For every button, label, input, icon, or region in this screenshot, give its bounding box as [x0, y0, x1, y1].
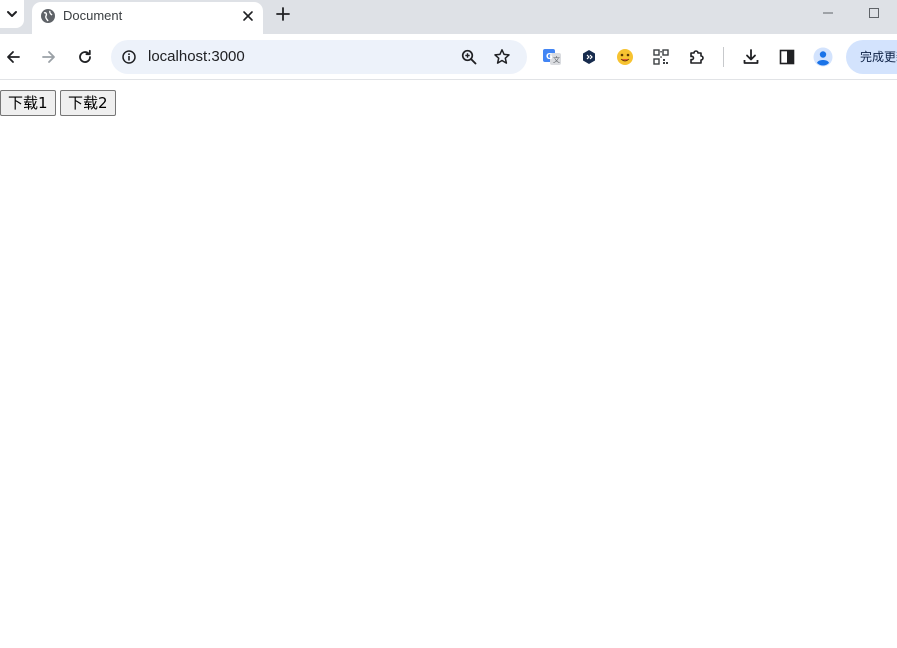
- reload-icon: [79, 49, 91, 63]
- download-1-button[interactable]: 下载1: [0, 90, 56, 116]
- translate-icon: G 文: [543, 49, 561, 65]
- address-bar[interactable]: localhost:3000: [111, 40, 527, 74]
- extensions-button[interactable]: [685, 45, 709, 69]
- emoji-extension-icon: [617, 49, 633, 65]
- url-text[interactable]: localhost:3000: [148, 48, 245, 66]
- globe-icon: [41, 9, 55, 23]
- hexagon-extension[interactable]: [577, 45, 601, 69]
- translate-extension[interactable]: G 文: [540, 45, 564, 69]
- minimize-button[interactable]: [820, 4, 836, 22]
- profile-button[interactable]: [811, 45, 835, 69]
- download-2-button[interactable]: 下载2: [60, 90, 116, 116]
- reload-button[interactable]: [73, 45, 97, 69]
- arrow-right-icon: [42, 51, 55, 63]
- hexagon-extension-icon: [583, 50, 595, 64]
- tab-close-button[interactable]: [239, 7, 257, 25]
- maximize-button[interactable]: [866, 4, 882, 22]
- emoji-extension[interactable]: [613, 45, 637, 69]
- bookmark-button[interactable]: [492, 47, 512, 67]
- downloads-button[interactable]: [739, 45, 763, 69]
- star-icon: [494, 49, 510, 64]
- toolbar-divider: [723, 47, 724, 67]
- browser-toolbar: localhost:3000 G 文 完成更: [0, 34, 897, 80]
- puzzle-piece-icon: [690, 50, 704, 64]
- maximize-icon: [869, 8, 879, 18]
- update-button[interactable]: 完成更新: [846, 40, 897, 74]
- zoom-button[interactable]: [460, 48, 478, 66]
- download-icon: [743, 49, 759, 64]
- page-content: 下载1 下载2: [0, 81, 897, 648]
- new-tab-button[interactable]: [274, 5, 292, 23]
- chevron-down-icon: [7, 11, 17, 17]
- tab-strip: Document: [0, 0, 897, 34]
- svg-text:G: G: [546, 52, 553, 61]
- close-icon: [243, 11, 253, 21]
- zoom-in-icon: [461, 49, 477, 65]
- svg-text:文: 文: [553, 55, 560, 64]
- arrow-left-icon: [7, 51, 20, 63]
- qr-code-extension[interactable]: [649, 45, 673, 69]
- side-panel-button[interactable]: [775, 45, 799, 69]
- back-button[interactable]: [1, 45, 25, 69]
- forward-button[interactable]: [37, 45, 61, 69]
- active-tab[interactable]: Document: [32, 2, 263, 34]
- info-icon: [122, 50, 136, 64]
- tab-title: Document: [63, 8, 123, 23]
- minimize-icon: [823, 12, 833, 14]
- tab-search-button[interactable]: [0, 0, 24, 28]
- update-button-label: 完成更新: [860, 50, 897, 64]
- avatar-icon: [813, 47, 833, 67]
- plus-icon: [276, 7, 290, 21]
- side-panel-icon: [779, 49, 795, 65]
- site-info-button[interactable]: [120, 48, 138, 66]
- qr-code-icon: [653, 49, 669, 65]
